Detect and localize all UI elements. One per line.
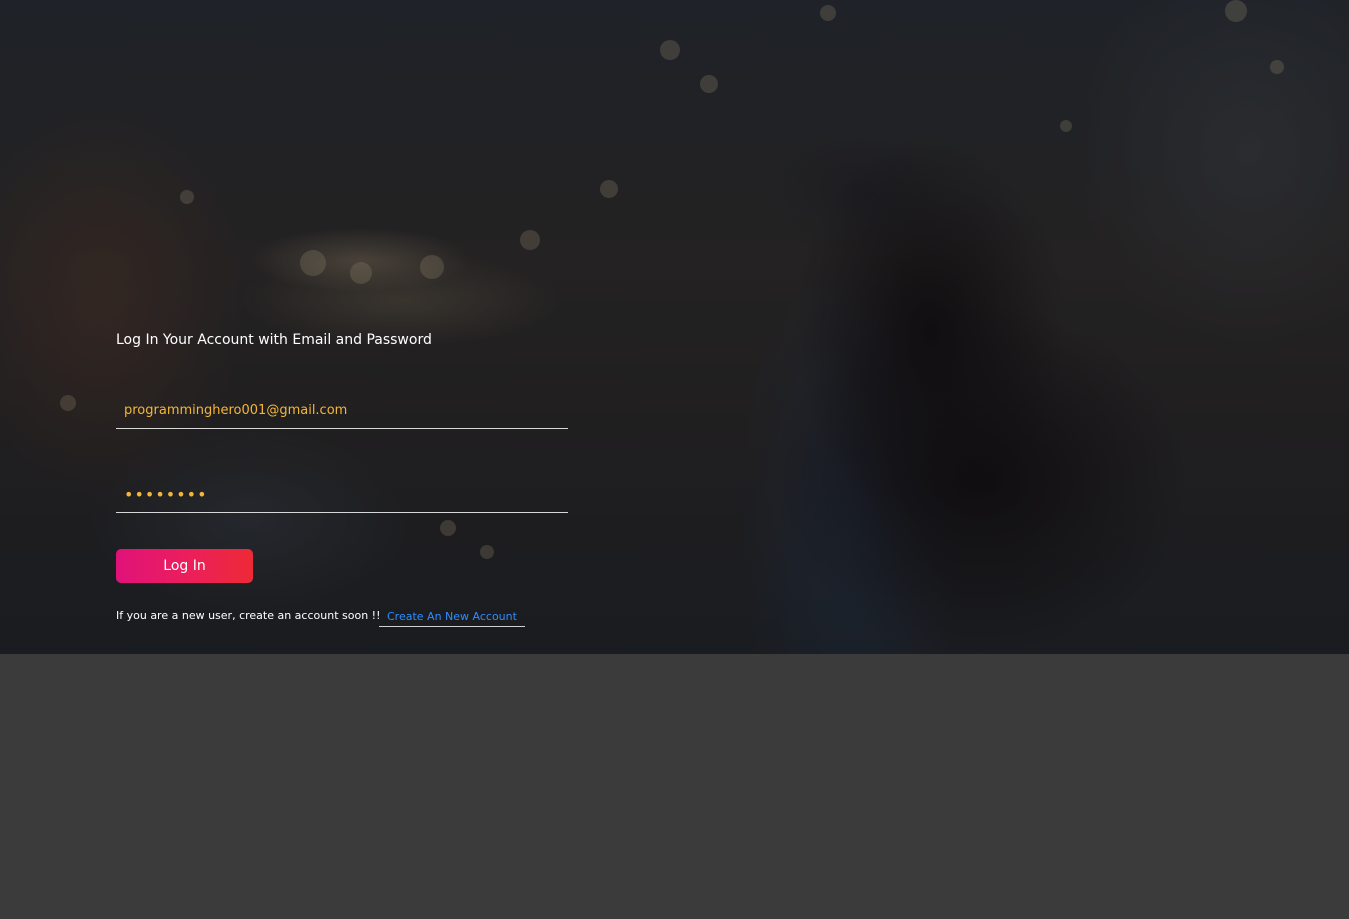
create-account-link[interactable]: Create An New Account — [379, 607, 525, 627]
login-button[interactable]: Log In — [116, 549, 253, 583]
page-lower-background — [0, 654, 1349, 919]
email-input[interactable] — [116, 394, 568, 426]
password-field-wrapper — [116, 478, 568, 513]
password-input[interactable] — [116, 478, 568, 510]
signup-prompt: If you are a new user, create an account… — [116, 609, 381, 622]
email-field-wrapper — [116, 394, 568, 429]
hero-background-image: Log In Your Account with Email and Passw… — [0, 0, 1349, 654]
form-title: Log In Your Account with Email and Passw… — [116, 332, 432, 348]
signup-row: If you are a new user, create an account… — [116, 607, 568, 629]
